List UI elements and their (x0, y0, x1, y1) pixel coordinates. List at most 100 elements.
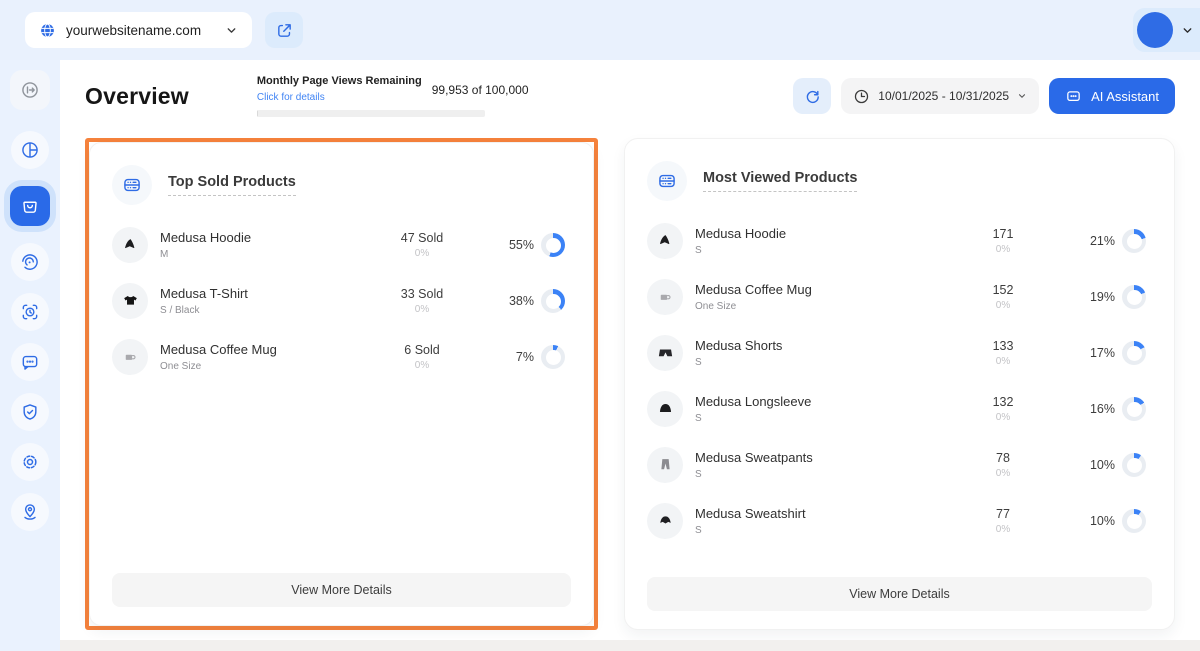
product-count-sub: 0% (995, 300, 1011, 311)
product-variant: M (160, 249, 169, 260)
clock-icon (855, 89, 869, 103)
sidebar-item-locations[interactable] (10, 492, 50, 532)
page-views-value: 99,953 of 100,000 (431, 83, 529, 97)
share-donut-chart (1122, 341, 1146, 365)
product-variant: One Size (160, 361, 202, 372)
globe-icon (39, 22, 56, 39)
sidebar-item-settings[interactable] (10, 442, 50, 482)
most-viewed-products-card: Most Viewed Products Medusa Hoodie S 171… (624, 138, 1175, 630)
share-donut-chart (1122, 397, 1146, 421)
product-name: Medusa Hoodie (160, 230, 252, 245)
refresh-button[interactable] (793, 78, 832, 114)
product-row[interactable]: Medusa Coffee Mug One Size 6 Sold 0% 7% (112, 339, 571, 375)
sidebar-item-sessions[interactable] (10, 242, 50, 282)
card-icon-circle (647, 161, 687, 201)
product-count: 171 (992, 227, 1014, 241)
list-table-icon (659, 174, 675, 188)
product-count-sub: 0% (414, 248, 430, 259)
product-count: 77 (996, 507, 1010, 521)
product-name: Medusa Sweatshirt (695, 506, 806, 521)
shield-check-icon (23, 404, 37, 420)
view-more-details-button[interactable]: View More Details (112, 573, 571, 607)
date-range-value: 10/01/2025 - 10/31/2025 (878, 89, 1010, 103)
site-selector[interactable]: yourwebsitename.com (25, 12, 253, 48)
product-row[interactable]: Medusa Longsleeve S 132 0% 16% (647, 391, 1152, 427)
product-row[interactable]: Medusa Coffee Mug One Size 152 0% 19% (647, 279, 1152, 315)
product-share: 10% (1089, 514, 1115, 528)
topbar: yourwebsitename.com (0, 0, 1200, 60)
bottom-strip (60, 640, 1200, 651)
sidebar-item-activity[interactable] (10, 292, 50, 332)
product-count-sub: 0% (995, 244, 1011, 255)
product-row[interactable]: Medusa Hoodie M 47 Sold 0% 55% (112, 227, 571, 263)
card-title: Top Sold Products (168, 174, 296, 196)
share-donut-chart (1122, 285, 1146, 309)
product-row[interactable]: Medusa Hoodie S 171 0% 21% (647, 223, 1152, 259)
ai-assistant-button[interactable]: AI Assistant (1049, 78, 1175, 114)
product-row[interactable]: Medusa Shorts S 133 0% 17% (647, 335, 1152, 371)
mug-product-icon (112, 339, 148, 375)
product-share: 10% (1089, 458, 1115, 472)
product-count: 33 Sold (400, 287, 444, 301)
product-name: Medusa Hoodie (695, 226, 787, 241)
share-donut-chart (1122, 509, 1146, 533)
share-donut-chart (1122, 453, 1146, 477)
product-name: Medusa Shorts (695, 338, 783, 353)
product-count: 133 (992, 339, 1014, 353)
product-row[interactable]: Medusa Sweatshirt S 77 0% 10% (647, 503, 1152, 539)
spiral-icon (22, 254, 38, 270)
open-site-button[interactable] (265, 12, 304, 48)
product-count: 6 Sold (404, 343, 440, 357)
mug-product-icon (647, 279, 683, 315)
product-name: Medusa Longsleeve (695, 394, 812, 409)
product-row[interactable]: Medusa T-Shirt S / Black 33 Sold 0% 38% (112, 283, 571, 319)
product-name: Medusa Sweatpants (695, 450, 813, 465)
shorts-product-icon (647, 335, 683, 371)
top-sold-products-card: Top Sold Products Medusa Hoodie M 47 Sol… (89, 142, 594, 626)
sidebar-toggle[interactable] (10, 70, 50, 110)
location-pin-icon (24, 504, 36, 520)
share-donut-chart (541, 233, 565, 257)
chevron-down-icon (1183, 27, 1192, 33)
top-sold-product-list: Medusa Hoodie M 47 Sold 0% 55% Medusa T-… (112, 227, 571, 395)
longsleeve-product-icon (647, 391, 683, 427)
ai-assistant-label: AI Assistant (1091, 88, 1159, 104)
card-title: Most Viewed Products (703, 170, 858, 192)
sweatshirt-product-icon (647, 503, 683, 539)
product-count-sub: 0% (995, 412, 1011, 423)
user-menu[interactable] (1133, 8, 1200, 52)
product-row[interactable]: Medusa Sweatpants S 78 0% 10% (647, 447, 1152, 483)
external-link-icon (277, 23, 291, 37)
product-variant: One Size (695, 301, 737, 312)
product-count-sub: 0% (414, 304, 430, 315)
view-more-details-button[interactable]: View More Details (647, 577, 1152, 611)
list-table-icon (124, 178, 140, 192)
product-count-sub: 0% (414, 360, 430, 371)
clock-target-icon (22, 304, 38, 320)
gear-icon (23, 455, 37, 469)
sidebar-item-chat[interactable] (10, 342, 50, 382)
sidebar-item-analytics[interactable] (10, 130, 50, 170)
card-icon-circle (112, 165, 152, 205)
sidebar-item-products[interactable] (10, 186, 50, 226)
product-share: 7% (515, 350, 534, 364)
product-share: 19% (1089, 290, 1115, 304)
page-views-details-link[interactable]: Click for details (257, 92, 325, 103)
product-count: 78 (996, 451, 1010, 465)
product-name: Medusa T-Shirt (160, 286, 248, 301)
product-count-sub: 0% (995, 356, 1011, 367)
main-content: Overview Monthly Page Views Remaining Cl… (60, 60, 1200, 651)
product-variant: S (695, 357, 702, 368)
product-share: 17% (1089, 346, 1115, 360)
product-share: 21% (1089, 234, 1115, 248)
product-variant: S / Black (160, 305, 200, 316)
date-range-button[interactable]: 10/01/2025 - 10/31/2025 (841, 78, 1040, 114)
chat-icon (1067, 90, 1080, 101)
sweatpants-product-icon (647, 447, 683, 483)
refresh-icon (806, 90, 819, 103)
product-name: Medusa Coffee Mug (160, 342, 277, 357)
product-count: 132 (992, 395, 1014, 409)
product-count: 47 Sold (400, 231, 444, 245)
site-domain: yourwebsitename.com (66, 22, 202, 38)
sidebar-item-security[interactable] (10, 392, 50, 432)
